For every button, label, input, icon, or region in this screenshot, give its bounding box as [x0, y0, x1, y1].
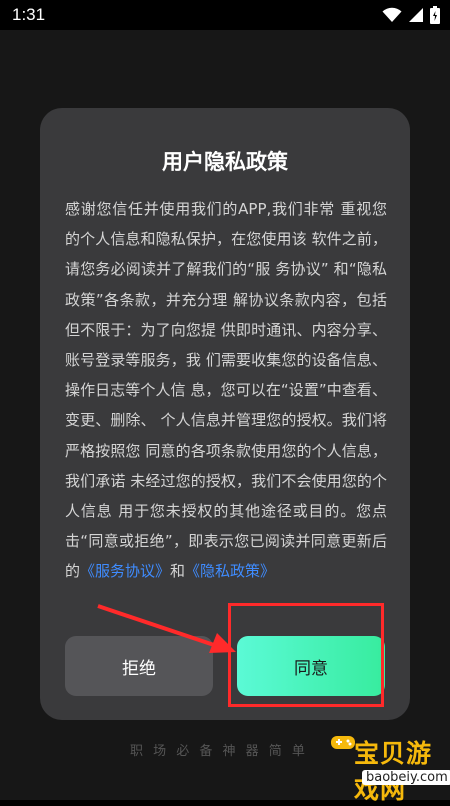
watermark: 宝贝游戏网 baobeiy.com	[310, 712, 450, 804]
watermark-domain: baobeiy.com	[362, 770, 450, 785]
gamepad-logo-icon	[331, 736, 355, 749]
arrow-icon	[97, 604, 236, 653]
